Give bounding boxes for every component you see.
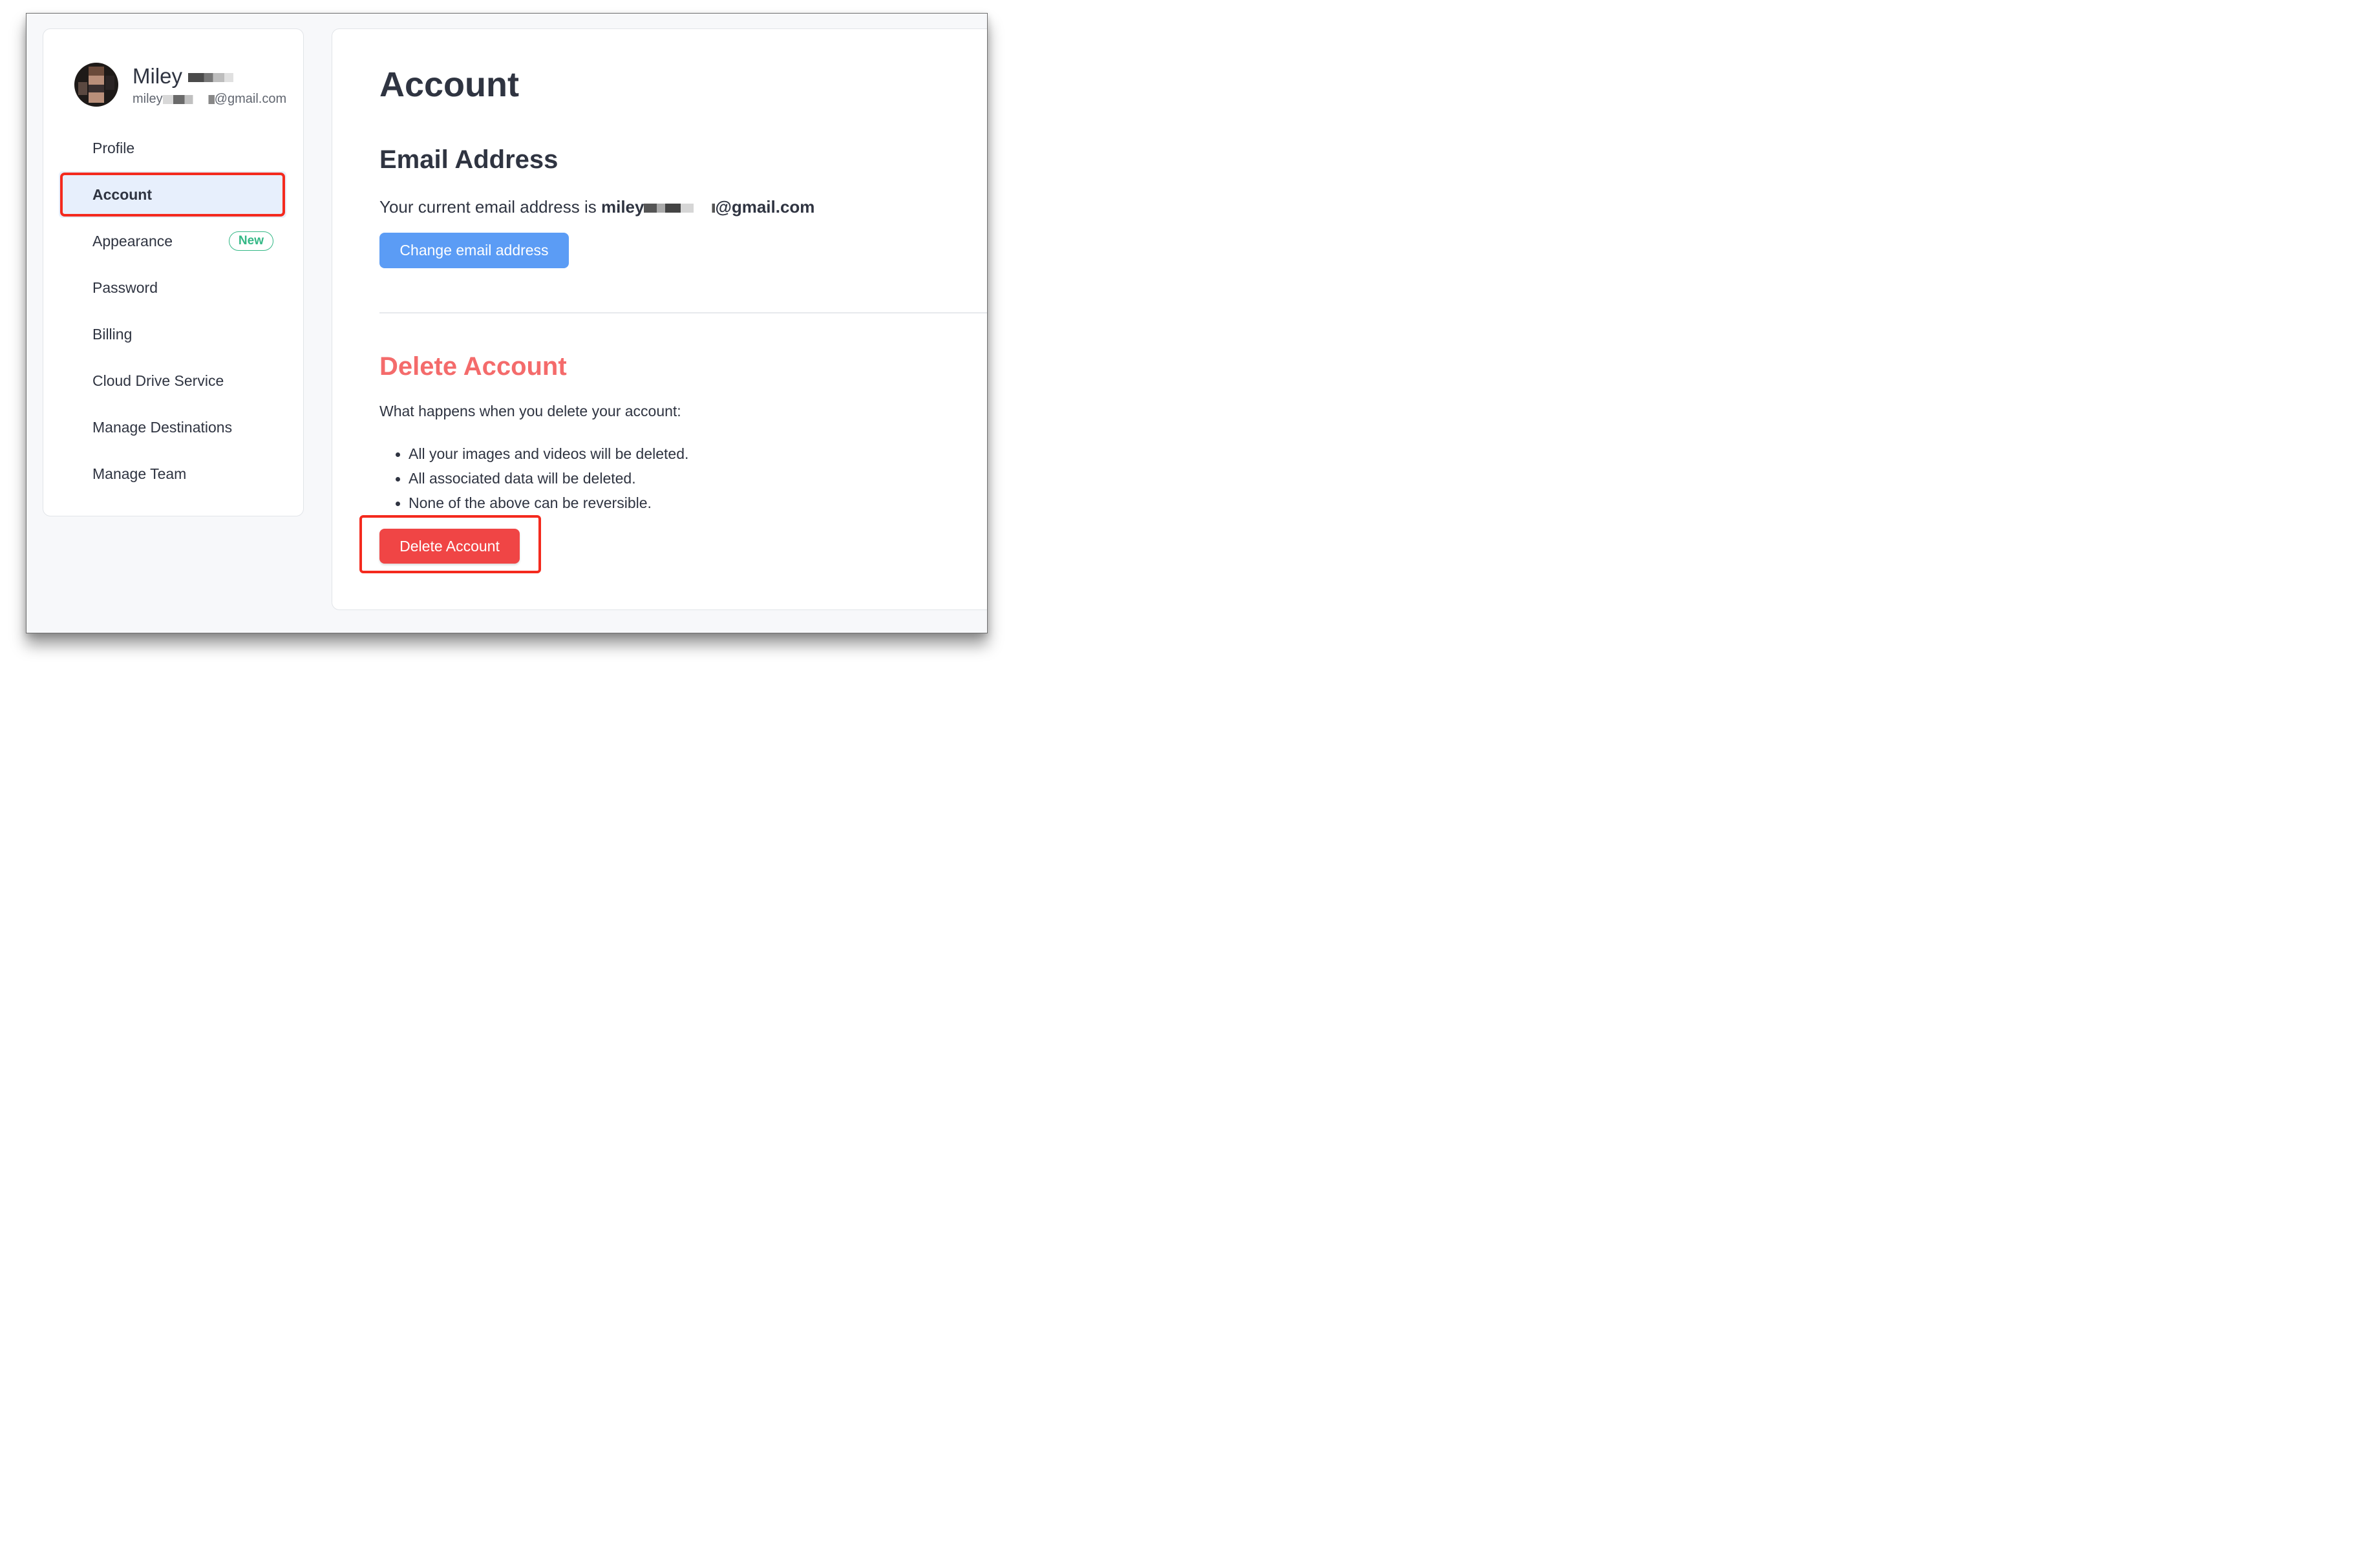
new-badge: New [228, 231, 273, 251]
current-email-prefix: miley [601, 197, 644, 217]
list-item: None of the above can be reversible. [395, 491, 688, 515]
change-email-button[interactable]: Change email address [379, 233, 569, 268]
settings-sidebar: Miley miley @gmail.com Profile Account Ap… [43, 28, 304, 516]
sidebar-item-appearance[interactable]: Appearance New [59, 218, 286, 264]
page-title: Account [379, 65, 519, 104]
user-email-suffix: @gmail.com [214, 92, 287, 106]
user-card: Miley miley @gmail.com [74, 63, 301, 114]
current-email-label: Your current email address is [379, 197, 601, 217]
redaction-mark [644, 204, 716, 213]
sidebar-item-account[interactable]: Account [59, 171, 286, 218]
redaction-mark [188, 73, 234, 83]
delete-consequences-list: All your images and videos will be delet… [395, 441, 688, 515]
user-email-prefix: miley [133, 92, 163, 106]
user-email: miley @gmail.com [133, 92, 286, 107]
current-email-value: miley @gmail.com [601, 197, 814, 217]
sidebar-item-label: Password [92, 279, 158, 296]
account-panel: Account Email Address Your current email… [332, 28, 987, 610]
sidebar-item-label: Manage Destinations [92, 418, 233, 436]
delete-section-title: Delete Account [379, 352, 567, 381]
current-email-text: Your current email address is miley @gmai… [379, 197, 814, 217]
avatar[interactable] [74, 63, 118, 107]
delete-account-button[interactable]: Delete Account [379, 529, 520, 564]
user-name: Miley [133, 64, 234, 89]
sidebar-item-manage-team[interactable]: Manage Team [59, 450, 286, 497]
section-divider [379, 312, 987, 313]
current-email-suffix: @gmail.com [715, 197, 815, 217]
sidebar-item-label: Profile [92, 139, 135, 156]
sidebar-item-label: Billing [92, 325, 133, 343]
sidebar-item-label: Appearance [92, 232, 173, 249]
sidebar-item-profile[interactable]: Profile [59, 125, 286, 171]
list-item: All your images and videos will be delet… [395, 441, 688, 466]
settings-nav: Profile Account Appearance New Password … [59, 125, 286, 497]
sidebar-item-label: Account [92, 185, 152, 203]
sidebar-item-label: Cloud Drive Service [92, 372, 224, 389]
user-name-text: Miley [133, 64, 183, 88]
sidebar-item-billing[interactable]: Billing [59, 311, 286, 357]
delete-intro-text: What happens when you delete your accoun… [379, 403, 681, 419]
sidebar-item-password[interactable]: Password [59, 264, 286, 311]
list-item: All associated data will be deleted. [395, 466, 688, 491]
sidebar-item-manage-destinations[interactable]: Manage Destinations [59, 404, 286, 450]
email-section-title: Email Address [379, 145, 559, 174]
sidebar-item-label: Manage Team [92, 465, 187, 482]
sidebar-item-cloud-drive-service[interactable]: Cloud Drive Service [59, 357, 286, 404]
redaction-mark [162, 94, 215, 104]
app-window: Miley miley @gmail.com Profile Account Ap… [26, 13, 988, 633]
